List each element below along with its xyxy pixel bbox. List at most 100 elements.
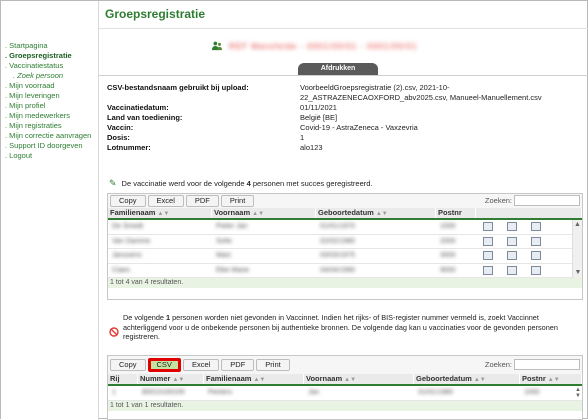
cell-nummer: 80010100100 — [142, 389, 185, 397]
row-action-checkbox[interactable] — [531, 251, 541, 261]
cell-voornaam: Elke Marie — [216, 266, 250, 274]
sidebar-item-mijn-profiel[interactable]: . Mijn profiel — [1, 101, 98, 111]
sidebar-item-support-id[interactable]: . Support ID doorgeven — [1, 141, 98, 151]
success-text: De vaccinatie werd voor de volgende 4 pe… — [121, 179, 373, 188]
table-row: Van Damme Sofie 02/02/1980 2000 — [108, 235, 582, 249]
info-value: Covid-19 - AstraZeneca - Vaxzevria — [300, 123, 418, 132]
search-input[interactable] — [514, 195, 580, 206]
row-action-checkbox[interactable] — [483, 265, 493, 275]
sidebar-item-mijn-registraties[interactable]: . Mijn registraties — [1, 121, 98, 131]
info-value: VoorbeeldGroepsregistratie (2).csv, 2021… — [300, 83, 450, 92]
row-action-checkbox[interactable] — [507, 236, 517, 246]
pdf-button[interactable]: PDF — [221, 359, 255, 371]
column-header[interactable]: Voornaam ▲▼ — [212, 208, 316, 218]
info-label: Dosis: — [107, 133, 130, 142]
column-header[interactable]: Familienaam ▲▼ — [204, 374, 304, 384]
info-row-vaccine: Vaccin: Covid-19 - AstraZeneca - Vaxzevr… — [99, 123, 588, 133]
sort-icon: ▲▼ — [473, 377, 486, 383]
row-action-checkbox[interactable] — [531, 222, 541, 232]
info-label: Vaccin: — [107, 123, 134, 132]
cell-geboortedatum: 03/03/1975 — [320, 252, 356, 260]
table-row: De Smedt Pieter Jan 01/01/1970 1000 — [108, 220, 582, 235]
vaccinnet-page: . Startpagina . Groepsregistratie . Vacc… — [0, 0, 588, 420]
column-header[interactable]: Postnr ▲▼ — [520, 374, 582, 384]
copy-button[interactable]: Copy — [110, 195, 146, 207]
column-header[interactable]: Geboortedatum ▲▼ — [414, 374, 520, 384]
users-icon — [212, 41, 222, 51]
cell-familienaam: Van Damme — [112, 237, 151, 245]
column-header[interactable]: Postnr — [436, 208, 476, 218]
column-header[interactable]: Rij — [108, 374, 138, 384]
scroll-down-icon[interactable]: ▼ — [573, 268, 582, 278]
title-bar: Groepsregistratie — [99, 1, 588, 29]
row-action-checkbox[interactable] — [483, 222, 493, 232]
page-title: Groepsregistratie — [105, 7, 206, 21]
table-footer: 1 tot 4 van 4 resultaten. — [108, 278, 582, 288]
row-spinner-icon[interactable]: ▲ ▼ — [575, 387, 581, 399]
excel-button[interactable]: Excel — [147, 195, 184, 207]
table-body: De Smedt Pieter Jan 01/01/1970 1000 Van … — [108, 220, 582, 278]
user-name-redacted: REF Mansfelde - 0001/00/01 - 0001/00/01 — [229, 41, 418, 51]
table-row: 1 80010100100 Peeters Jan 01/01/1980 100… — [108, 386, 582, 401]
sidebar-item-mijn-leveringen[interactable]: . Mijn leveringen — [1, 91, 98, 101]
sort-icon: ▲▼ — [547, 377, 560, 383]
info-value: België [BE] — [300, 113, 338, 122]
search-input[interactable] — [514, 359, 580, 370]
cell-geboortedatum: 01/01/1980 — [418, 389, 454, 397]
table-scrollbar[interactable]: ▲ ▼ — [572, 220, 582, 278]
sidebar-item-mijn-voorraad[interactable]: . Mijn voorraad — [1, 81, 98, 91]
sidebar-item-mijn-medewerkers[interactable]: . Mijn medewerkers — [1, 111, 98, 121]
column-header[interactable]: Nummer ▲▼ — [138, 374, 204, 384]
cell-postnr: 1000 — [440, 223, 456, 231]
print-table-button[interactable]: Print — [220, 195, 255, 207]
print-button[interactable]: Afdrukken — [298, 63, 378, 75]
sort-icon: ▲▼ — [157, 211, 170, 217]
pdf-button[interactable]: PDF — [185, 195, 219, 207]
info-row-dose: Dosis: 1 — [99, 133, 588, 143]
sort-icon: ▲▼ — [375, 211, 388, 217]
scroll-up-icon[interactable]: ▲ — [573, 220, 582, 230]
cell-geboortedatum: 01/01/1970 — [320, 223, 356, 231]
info-row-country: Land van toediening: België [BE] — [99, 113, 588, 123]
cell-geboortedatum: 02/02/1980 — [320, 237, 356, 245]
print-table-button[interactable]: Print — [256, 359, 290, 371]
table-header: Familienaam ▲▼ Voornaam ▲▼ Geboortedatum ▲▼… — [108, 208, 582, 220]
row-action-checkbox[interactable] — [531, 265, 541, 275]
sidebar-item-groepsregistratie[interactable]: . Groepsregistratie — [1, 51, 98, 61]
info-label: Land van toediening: — [107, 113, 183, 122]
sort-icon: ▲▼ — [252, 211, 265, 217]
info-label: Lotnummer: — [107, 143, 151, 152]
row-action-checkbox[interactable] — [483, 236, 493, 246]
info-value: 1 — [300, 133, 305, 142]
excel-button[interactable]: Excel — [182, 359, 220, 371]
csv-button[interactable]: CSV — [147, 358, 181, 372]
cell-postnr: 9000 — [440, 266, 456, 274]
column-header-actions — [476, 208, 582, 218]
row-action-checkbox[interactable] — [507, 265, 517, 275]
table-row: Claes Elke Marie 04/04/1990 9000 — [108, 264, 582, 278]
cell-familienaam: Claes — [112, 266, 130, 274]
sidebar-item-startpagina[interactable]: . Startpagina — [1, 41, 98, 51]
column-header[interactable]: Voornaam ▲▼ — [304, 374, 414, 384]
column-header[interactable]: Familienaam ▲▼ — [108, 208, 212, 218]
sidebar-item-mijn-correctie-aanvragen[interactable]: . Mijn correctie aanvragen — [1, 131, 98, 141]
row-action-checkbox[interactable] — [483, 251, 493, 261]
not-found-message: De volgende 1 personen worden niet gevon… — [109, 313, 579, 342]
row-action-checkbox[interactable] — [507, 251, 517, 261]
info-value: 22_ASTRAZENECAOXFORD_abv2025.csv, Manuee… — [300, 93, 542, 102]
table-toolbar: Copy CSV Excel PDF Print Zoeken: — [108, 356, 582, 374]
copy-button[interactable]: Copy — [110, 359, 146, 371]
sidebar-item-logout[interactable]: . Logout — [1, 151, 98, 161]
sidebar-item-zoek-persoon[interactable]: . Zoek persoon — [1, 71, 98, 81]
info-row-date: Vaccinatiedatum: 01/11/2021 — [99, 103, 588, 113]
cell-voornaam: Pieter Jan — [216, 223, 248, 231]
main-content: Groepsregistratie REF Mansfelde - 0001/0… — [99, 1, 588, 420]
row-action-checkbox[interactable] — [531, 236, 541, 246]
info-value: alo123 — [300, 143, 323, 152]
sidebar-item-vaccinatiestatus[interactable]: . Vaccinatiestatus — [1, 61, 98, 71]
not-found-text: De volgende 1 personen worden niet gevon… — [123, 313, 558, 341]
info-label: CSV-bestandsnaam gebruikt bij upload: — [107, 83, 249, 92]
column-header[interactable]: Geboortedatum ▲▼ — [316, 208, 436, 218]
row-action-checkbox[interactable] — [507, 222, 517, 232]
cell-voornaam: Sofie — [216, 237, 232, 245]
